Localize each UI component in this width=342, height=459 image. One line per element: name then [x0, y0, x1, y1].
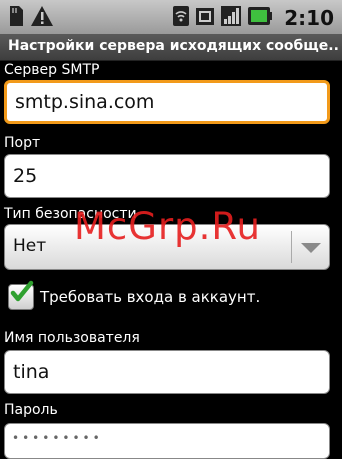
port-label: Порт — [4, 135, 41, 151]
status-bar: 2:10 — [0, 0, 342, 34]
signal-icon — [220, 5, 242, 31]
checkmark-icon — [10, 280, 34, 302]
page-title: Настройки сервера исходящих сообще... — [8, 38, 338, 54]
username-input[interactable]: tina — [4, 350, 330, 394]
chevron-down-icon[interactable] — [301, 243, 321, 253]
port-input[interactable]: 25 — [4, 154, 330, 198]
security-type-select[interactable]: Нет — [4, 224, 330, 270]
require-login-label: Требовать входа в аккаунт. — [40, 288, 261, 306]
smtp-label: Сервер SMTP — [4, 62, 100, 78]
password-dots: ••••••••• — [12, 431, 103, 445]
warning-icon — [30, 5, 54, 31]
username-label: Имя пользователя — [4, 330, 140, 346]
sync-icon — [195, 5, 215, 31]
wifi-icon — [172, 5, 190, 31]
security-type-value: Нет — [13, 236, 47, 256]
title-bar: Настройки сервера исходящих сообще... — [0, 34, 342, 61]
smtp-server-input[interactable]: smtp.sina.com — [4, 80, 330, 124]
battery-icon — [247, 5, 273, 31]
sd-card-icon — [8, 5, 24, 31]
status-time: 2:10 — [284, 6, 334, 30]
spinner-divider — [291, 231, 292, 263]
password-label: Пароль — [4, 402, 58, 418]
security-label: Тип безопасности — [4, 206, 137, 222]
require-login-checkbox[interactable] — [8, 280, 34, 310]
